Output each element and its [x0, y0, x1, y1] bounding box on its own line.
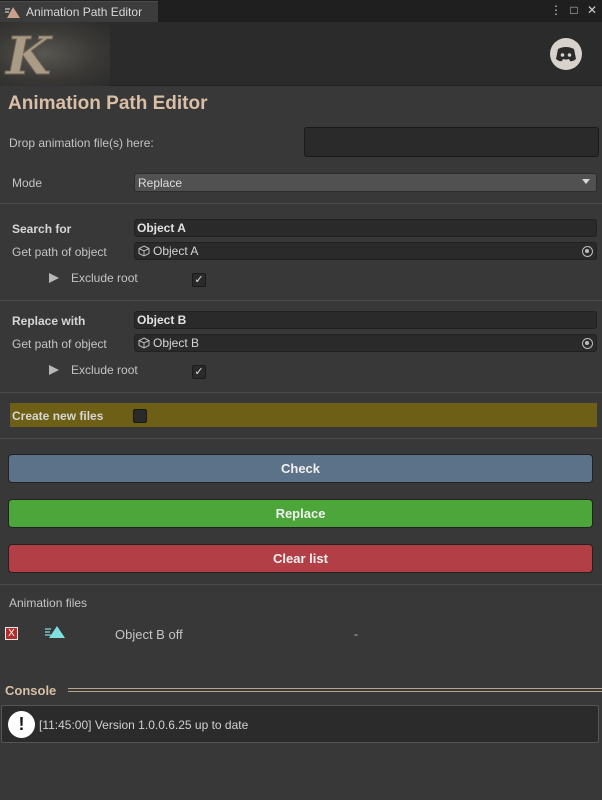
create-new-files-checkbox[interactable] — [133, 409, 147, 423]
replace-with-label: Replace with — [12, 314, 86, 328]
replace-input-value: Object B — [137, 313, 187, 327]
object-picker-icon[interactable] — [582, 338, 593, 349]
replace-path-label: Get path of object — [12, 337, 107, 351]
drop-label: Drop animation file(s) here: — [9, 136, 154, 150]
search-exclude-checkbox[interactable]: ✓ — [192, 273, 206, 287]
discord-button[interactable] — [550, 38, 582, 70]
mode-value: Replace — [138, 175, 183, 190]
divider — [0, 300, 602, 301]
divider — [0, 584, 602, 585]
window-controls: ⋮ □ ✕ — [550, 3, 598, 17]
discord-icon — [556, 46, 576, 61]
editor-tab[interactable]: Animation Path Editor — [0, 1, 158, 22]
foldout-arrow-icon[interactable] — [49, 365, 59, 375]
animation-files-heading: Animation files — [9, 596, 88, 610]
search-for-label: Search for — [12, 222, 72, 236]
console-divider — [68, 688, 602, 692]
drop-area[interactable] — [304, 127, 599, 157]
tab-title: Animation Path Editor — [26, 5, 143, 19]
replace-input[interactable]: Object B — [134, 311, 597, 329]
replace-exclude-label: Exclude root — [71, 363, 138, 377]
replace-object-field[interactable]: Object B — [134, 334, 597, 352]
create-new-files-label: Create new files — [12, 409, 104, 423]
replace-button[interactable]: Replace — [8, 499, 593, 528]
replace-object-name: Object B — [153, 336, 200, 350]
console-heading: Console — [5, 683, 57, 698]
console-panel: ! [11:45:00] Version 1.0.0.6.25 up to da… — [1, 705, 599, 743]
remove-file-button[interactable]: X — [5, 627, 18, 640]
chevron-down-icon — [582, 179, 590, 184]
mode-dropdown[interactable]: Replace — [134, 173, 597, 192]
search-path-label: Get path of object — [12, 245, 107, 259]
search-input-value: Object A — [137, 221, 186, 235]
clear-list-button[interactable]: Clear list — [8, 544, 593, 573]
k-logo-icon: K — [4, 26, 54, 88]
check-button[interactable]: Check — [8, 454, 593, 483]
object-picker-icon[interactable] — [582, 246, 593, 257]
file-status: - — [354, 627, 358, 641]
maximize-icon[interactable]: □ — [568, 3, 580, 17]
more-options-icon[interactable]: ⋮ — [550, 3, 562, 17]
tab-bar: Animation Path Editor ⋮ □ ✕ — [0, 0, 602, 22]
close-icon[interactable]: ✕ — [586, 3, 598, 17]
animation-clip-icon — [45, 626, 65, 638]
replace-exclude-checkbox[interactable]: ✓ — [192, 365, 206, 379]
search-object-name: Object A — [153, 244, 199, 258]
gameobject-icon — [138, 337, 150, 349]
file-name: Object B off — [115, 627, 183, 642]
brand-logo: K — [0, 22, 110, 88]
animation-clip-icon — [5, 7, 20, 18]
search-exclude-label: Exclude root — [71, 271, 138, 285]
mode-label: Mode — [12, 176, 43, 190]
svg-text:K: K — [4, 26, 53, 86]
search-input[interactable]: Object A — [134, 219, 597, 237]
search-object-field[interactable]: Object A — [134, 242, 597, 260]
divider — [0, 392, 602, 393]
console-message: [11:45:00] Version 1.0.0.6.25 up to date — [39, 718, 249, 732]
foldout-arrow-icon[interactable] — [49, 273, 59, 283]
divider — [0, 438, 602, 439]
header-banner: K — [0, 22, 602, 88]
page-title: Animation Path Editor — [8, 93, 208, 114]
info-icon: ! — [8, 711, 35, 738]
gameobject-icon — [138, 245, 150, 257]
divider — [0, 203, 602, 204]
